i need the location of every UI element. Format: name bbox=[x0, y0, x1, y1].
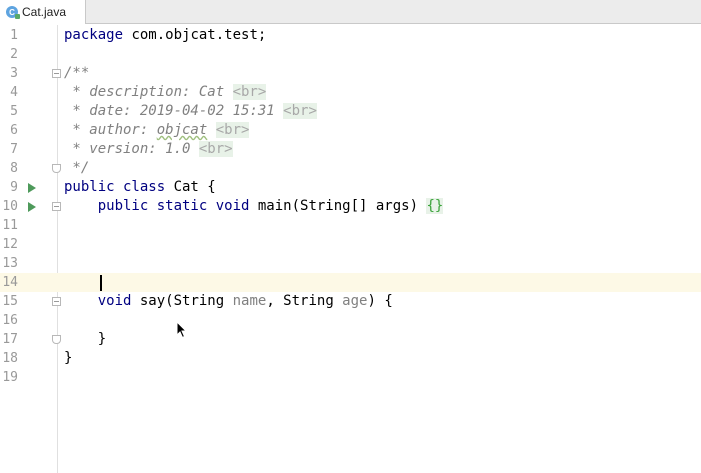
line-number: 11 bbox=[2, 218, 18, 233]
code-text: public static void main(String[] args) {… bbox=[64, 197, 444, 216]
line-number: 12 bbox=[2, 237, 18, 252]
code-text: * version: 1.0 <br> bbox=[64, 140, 233, 159]
code-token: <br> bbox=[215, 122, 250, 138]
tab-label: Cat.java bbox=[22, 5, 67, 19]
code-line[interactable]: 14 bbox=[0, 273, 701, 292]
code-text: * date: 2019-04-02 15:31 <br> bbox=[64, 102, 317, 121]
text-caret bbox=[100, 275, 102, 291]
line-number: 17 bbox=[2, 332, 18, 347]
code-text: /** bbox=[64, 64, 89, 83]
run-icon[interactable] bbox=[28, 183, 36, 193]
code-token: /** bbox=[64, 65, 90, 81]
code-line[interactable]: 16 bbox=[0, 311, 701, 330]
tab-cat-java[interactable]: C Cat.java bbox=[0, 0, 86, 24]
code-text: void say(String name, String age) { bbox=[64, 292, 393, 311]
line-number: 8 bbox=[10, 161, 18, 176]
code-token: <br> bbox=[232, 84, 267, 100]
line-number: 2 bbox=[10, 47, 18, 62]
code-text: * description: Cat <br> bbox=[64, 83, 267, 102]
code-line[interactable]: 2 bbox=[0, 45, 701, 64]
code-token: ) { bbox=[367, 293, 393, 309]
run-icon[interactable] bbox=[28, 202, 36, 212]
code-text: package com.objcat.test; bbox=[64, 26, 266, 45]
code-token: void bbox=[97, 293, 140, 309]
fold-end-icon[interactable] bbox=[52, 335, 61, 344]
code-line[interactable]: 15 void say(String name, String age) { bbox=[0, 292, 701, 311]
code-text: public class Cat { bbox=[64, 178, 216, 197]
java-class-icon: C bbox=[6, 6, 20, 19]
code-token: , String bbox=[266, 293, 343, 309]
code-token: say(String bbox=[139, 293, 233, 309]
code-line[interactable]: 8 */ bbox=[0, 159, 701, 178]
line-number: 10 bbox=[2, 199, 18, 214]
line-number: 19 bbox=[2, 370, 18, 385]
line-number: 14 bbox=[2, 275, 18, 290]
code-text: */ bbox=[64, 159, 89, 178]
line-number: 6 bbox=[10, 123, 18, 138]
code-line[interactable]: 3 /** bbox=[0, 64, 701, 83]
code-token: age bbox=[342, 293, 368, 309]
code-token: <br> bbox=[283, 103, 317, 119]
fold-collapse-icon[interactable] bbox=[52, 202, 61, 211]
code-line[interactable]: 9 public class Cat { bbox=[0, 178, 701, 197]
code-token: objcat bbox=[156, 122, 208, 138]
code-token: {} bbox=[426, 198, 444, 214]
code-token: * author: bbox=[64, 122, 157, 138]
code-token: name bbox=[232, 293, 267, 309]
line-number: 7 bbox=[10, 142, 18, 157]
code-token: * version: 1.0 bbox=[64, 141, 199, 157]
code-token: * description: Cat bbox=[64, 84, 233, 100]
line-number: 1 bbox=[10, 28, 18, 43]
code-token: package bbox=[64, 27, 132, 43]
code-line[interactable]: 12 bbox=[0, 235, 701, 254]
line-number: 13 bbox=[2, 256, 18, 271]
code-text: } bbox=[64, 330, 106, 349]
line-number: 3 bbox=[10, 66, 18, 81]
code-token: Cat { bbox=[173, 179, 216, 195]
code-line[interactable]: 1 package com.objcat.test; bbox=[0, 26, 701, 45]
code-token: public static void bbox=[97, 198, 258, 214]
code-line[interactable]: 5 * date: 2019-04-02 15:31 <br> bbox=[0, 102, 701, 121]
code-line[interactable]: 7 * version: 1.0 <br> bbox=[0, 140, 701, 159]
code-text: } bbox=[64, 349, 72, 368]
code-line[interactable]: 19 bbox=[0, 368, 701, 387]
code-token: } bbox=[64, 350, 73, 366]
code-token: } bbox=[64, 331, 107, 347]
code-text: * author: objcat <br> bbox=[64, 121, 250, 140]
fold-collapse-icon[interactable] bbox=[52, 297, 61, 306]
line-number: 5 bbox=[10, 104, 18, 119]
code-token: * date: 2019-04-02 15:31 bbox=[64, 103, 284, 119]
code-token: public class bbox=[64, 179, 174, 195]
code-line[interactable]: 11 bbox=[0, 216, 701, 235]
code-token: */ bbox=[64, 160, 90, 176]
code-line[interactable]: 17 } bbox=[0, 330, 701, 349]
line-number: 4 bbox=[10, 85, 18, 100]
code-token: <br> bbox=[198, 141, 233, 157]
editor-tab-bar: C Cat.java bbox=[0, 0, 701, 24]
code-token: main(String[] args) bbox=[257, 198, 427, 214]
line-number: 18 bbox=[2, 351, 18, 366]
code-editor[interactable]: 1 package com.objcat.test; 2 3 /** 4 * descri… bbox=[0, 25, 701, 473]
line-number: 9 bbox=[10, 180, 18, 195]
code-line[interactable]: 4 * description: Cat <br> bbox=[0, 83, 701, 102]
code-line[interactable]: 6 * author: objcat <br> bbox=[0, 121, 701, 140]
code-line[interactable]: 18} bbox=[0, 349, 701, 368]
code-line[interactable]: 10 public static void main(String[] args… bbox=[0, 197, 701, 216]
fold-end-icon[interactable] bbox=[52, 164, 61, 173]
code-token: com.objcat.test; bbox=[131, 27, 267, 43]
fold-collapse-icon[interactable] bbox=[52, 69, 61, 78]
code-line[interactable]: 13 bbox=[0, 254, 701, 273]
line-number: 16 bbox=[2, 313, 18, 328]
line-number: 15 bbox=[2, 294, 18, 309]
